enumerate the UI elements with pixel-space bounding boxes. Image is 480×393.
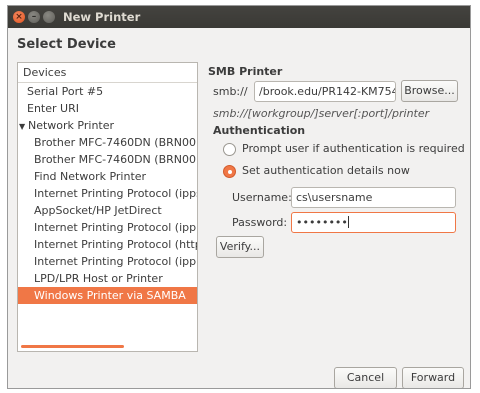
device-group-label: Network Printer	[28, 119, 115, 132]
device-item-samba[interactable]: Windows Printer via SAMBA	[18, 287, 197, 304]
minimize-icon: –	[31, 12, 37, 22]
password-input[interactable]: ••••••••	[291, 212, 456, 233]
device-item-enter-uri[interactable]: Enter URI	[18, 100, 197, 117]
radio-dot-icon	[227, 169, 232, 174]
device-item-serial-port[interactable]: Serial Port #5	[18, 83, 197, 100]
triangle-down-icon[interactable]: ▼	[19, 118, 28, 134]
username-input[interactable]: cs\usersname	[291, 187, 456, 208]
device-item-brother-2[interactable]: Brother MFC-7460DN (BRN001BA	[18, 151, 197, 168]
smb-prefix-label: smb://	[213, 85, 248, 98]
prompt-user-radio[interactable]	[223, 143, 236, 156]
device-item-lpd[interactable]: LPD/LPR Host or Printer	[18, 270, 197, 287]
maximize-window-button[interactable]	[43, 11, 55, 23]
authentication-section-label: Authentication	[213, 124, 306, 137]
username-label: Username:	[232, 191, 292, 204]
close-icon: ×	[15, 12, 23, 22]
device-item-appsocket[interactable]: AppSocket/HP JetDirect	[18, 202, 197, 219]
smb-section-label: SMB Printer	[208, 65, 283, 78]
device-item-find-network-printer[interactable]: Find Network Printer	[18, 168, 197, 185]
set-auth-now-label[interactable]: Set authentication details now	[242, 164, 410, 177]
forward-button[interactable]: Forward	[402, 367, 464, 388]
set-auth-now-radio[interactable]	[223, 165, 236, 178]
password-label: Password:	[232, 216, 288, 229]
smb-format-hint: smb://[workgroup/]server[:port]/printer	[213, 107, 430, 120]
verify-button[interactable]: Verify...	[216, 236, 264, 258]
device-item-ipps[interactable]: Internet Printing Protocol (ipps)	[18, 185, 197, 202]
device-item-ipp14[interactable]: Internet Printing Protocol (ipp14)	[18, 253, 197, 270]
password-mask: ••••••••	[296, 216, 348, 229]
devices-column-header[interactable]: Devices	[18, 63, 197, 83]
device-group-network-printer[interactable]: ▼ Network Printer	[18, 117, 197, 134]
device-list[interactable]: Devices Serial Port #5 Enter URI ▼ Networ…	[17, 62, 198, 352]
close-window-button[interactable]: ×	[13, 11, 25, 23]
title-bar[interactable]: × – New Printer	[8, 6, 470, 28]
browse-button[interactable]: Browse...	[401, 80, 458, 102]
prompt-user-label[interactable]: Prompt user if authentication is require…	[242, 142, 465, 155]
device-item-https[interactable]: Internet Printing Protocol (https)	[18, 236, 197, 253]
page-title: Select Device	[17, 37, 116, 52]
device-item-ipp[interactable]: Internet Printing Protocol (ipp)	[18, 219, 197, 236]
text-caret	[347, 216, 349, 228]
horizontal-scrollbar[interactable]	[21, 345, 124, 348]
minimize-window-button[interactable]: –	[28, 11, 40, 23]
device-item-brother-1[interactable]: Brother MFC-7460DN (BRN001BA	[18, 134, 197, 151]
smb-uri-input[interactable]: /brook.edu/PR142-KM754E	[254, 81, 396, 102]
window-title: New Printer	[63, 10, 141, 24]
cancel-button[interactable]: Cancel	[334, 367, 397, 388]
new-printer-window: × – New Printer Select Device Devices Se…	[7, 5, 471, 389]
